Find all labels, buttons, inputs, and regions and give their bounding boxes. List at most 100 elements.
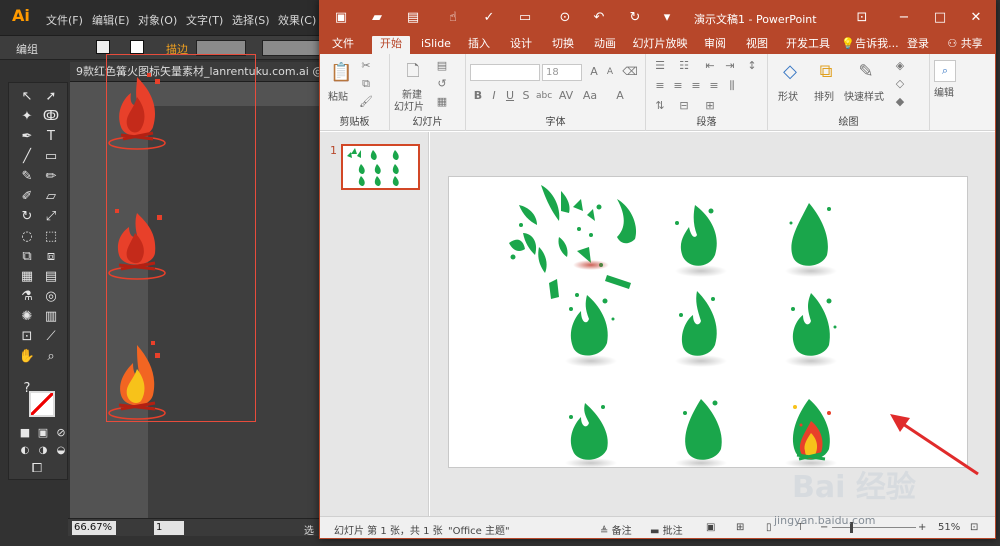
tab-home[interactable]: 开始 [372,36,410,54]
ai-menu-object[interactable]: 对象(O) [138,12,177,28]
font-size-combobox[interactable]: 18 [542,64,582,81]
red-campfire-icon[interactable] [107,203,169,283]
minimize-icon[interactable]: − [894,9,914,27]
tab-view[interactable]: 视图 [742,36,772,54]
eraser-tool-icon[interactable]: ▱ [41,187,61,207]
increase-font-icon[interactable]: A [586,64,602,80]
layout-icon[interactable]: ▤ [434,58,450,74]
zoom-slider[interactable] [832,527,916,528]
strikethrough-icon[interactable]: abc [536,88,552,104]
zoom-out-icon[interactable]: − [820,522,828,533]
touch-mode-icon[interactable]: ☝ [444,9,462,27]
column-graph-tool-icon[interactable]: ▥ [41,307,61,327]
draw-inside-icon[interactable]: ◒ [51,441,71,461]
live-paint-tool-icon[interactable]: ⧈ [41,247,61,267]
mesh-tool-icon[interactable]: ▦ [17,267,37,287]
gradient-mode-icon[interactable]: ▣ [33,423,53,443]
close-icon[interactable]: ✕ [966,9,986,27]
pencil-tool-icon[interactable]: ✏ [41,167,61,187]
justify-icon[interactable]: ≡ [706,78,722,94]
gradient-tool-icon[interactable]: ▤ [41,267,61,287]
screen-mode-icon[interactable]: ⧠ [27,459,47,479]
maximize-icon[interactable]: □ [930,9,950,27]
text-direction-icon[interactable]: ⇅ [652,98,668,114]
ribbon-display-options-icon[interactable]: ⊡ [852,9,872,27]
scale-tool-icon[interactable]: ⤢ [41,207,61,227]
char-spacing-icon[interactable]: AV [558,88,574,104]
fill-swatch[interactable] [96,40,110,54]
ai-zoom-field[interactable]: 66.67% [72,521,116,535]
italic-icon[interactable]: I [486,88,502,104]
notes-button[interactable]: ≜ 备注 [600,522,632,537]
zoom-tool-icon[interactable]: ⌕ [41,347,61,367]
draw-normal-icon[interactable]: ◐ [15,441,35,461]
line-spacing-icon[interactable]: ↕ [744,58,760,74]
hand-tool-icon[interactable]: ✋ [17,347,37,367]
direct-selection-tool-icon[interactable]: ➚ [41,87,61,107]
bullets-icon[interactable]: ☰ [652,58,668,74]
columns-icon[interactable]: ⫼ [724,78,740,94]
tab-slideshow[interactable]: 幻灯片放映 [632,36,688,54]
section-icon[interactable]: ▦ [434,94,450,110]
customize-qa-icon[interactable]: ▾ [658,9,676,27]
present-icon[interactable]: ▤ [404,9,422,27]
shape-builder-tool-icon[interactable]: ⧉ [17,247,37,267]
sign-in-link[interactable]: 登录 [904,36,932,54]
rectangle-tool-icon[interactable]: ▭ [41,147,61,167]
symbol-sprayer-tool-icon[interactable]: ✺ [17,307,37,327]
paintbrush-tool-icon[interactable]: ✎ [17,167,37,187]
decrease-font-icon[interactable]: A [602,64,618,80]
slideshow-view-icon[interactable]: ⊤ [796,522,805,533]
draw-behind-icon[interactable]: ◑ [33,441,53,461]
cut-icon[interactable]: ✂ [358,58,374,74]
lasso-tool-icon[interactable]: ↂ [41,107,61,127]
reading-view-icon[interactable]: ▯ [766,522,772,533]
ai-menu-select[interactable]: 选择(S) [232,12,270,28]
font-color-icon[interactable]: A [612,88,628,104]
tab-animations[interactable]: 动画 [590,36,620,54]
slide-sorter-icon[interactable]: ⊞ [736,522,744,533]
align-right-icon[interactable]: ≡ [688,78,704,94]
new-slide-label-2[interactable]: 幻灯片 [394,98,424,113]
zoom-level[interactable]: 51% [938,522,960,533]
shapes-button[interactable]: 形状 [778,88,798,103]
format-painter-icon[interactable]: 🖌 [358,94,374,110]
shadow-icon[interactable]: S [518,88,534,104]
smartart-icon[interactable]: ⊞ [702,98,718,114]
tab-transitions[interactable]: 切换 [548,36,578,54]
arrange-button[interactable]: 排列 [814,88,834,103]
shape-outline-icon[interactable]: ◇ [892,76,908,92]
line-tool-icon[interactable]: ╱ [17,147,37,167]
format-painter-qa-icon[interactable]: ▭ [516,9,534,27]
ai-menu-type[interactable]: 文字(T) [186,12,223,28]
tab-islide[interactable]: iSlide [416,36,456,54]
spelling-icon[interactable]: ✓ [480,9,498,27]
comments-button[interactable]: ▬ 批注 [650,522,683,537]
magic-wand-tool-icon[interactable]: ✦ [17,107,37,127]
eyedropper-tool-icon[interactable]: ⚗ [17,287,37,307]
underline-icon[interactable]: U [502,88,518,104]
quick-styles-icon[interactable]: ✎ [854,60,878,84]
ai-menu-edit[interactable]: 编辑(E) [92,12,130,28]
align-center-icon[interactable]: ≡ [670,78,686,94]
ai-selection-bounding-box[interactable] [106,54,256,422]
ai-menu-file[interactable]: 文件(F) [46,12,83,28]
align-text-icon[interactable]: ⊟ [676,98,692,114]
increase-indent-icon[interactable]: ⇥ [722,58,738,74]
decrease-indent-icon[interactable]: ⇤ [702,58,718,74]
blend-tool-icon[interactable]: ◎ [41,287,61,307]
shape-fill-icon[interactable]: ◈ [892,58,908,74]
slice-tool-icon[interactable]: ⟋ [41,327,61,347]
share-button[interactable]: ⚇ 共享 [940,36,990,54]
tab-file[interactable]: 文件 [326,36,360,54]
tab-insert[interactable]: 插入 [464,36,494,54]
blob-brush-tool-icon[interactable]: ✐ [17,187,37,207]
quick-styles-button[interactable]: 快速样式 [844,88,884,103]
rotate-tool-icon[interactable]: ↻ [17,207,37,227]
new-slide-icon[interactable]: 🗋 [402,60,424,82]
shape-effects-icon[interactable]: ◆ [892,94,908,110]
selection-tool-icon[interactable]: ↖ [17,87,37,107]
none-mode-icon[interactable]: ⊘ [51,423,71,443]
warp-tool-icon[interactable]: ◌ [17,227,37,247]
arrange-icon[interactable]: ⧉ [814,60,838,84]
